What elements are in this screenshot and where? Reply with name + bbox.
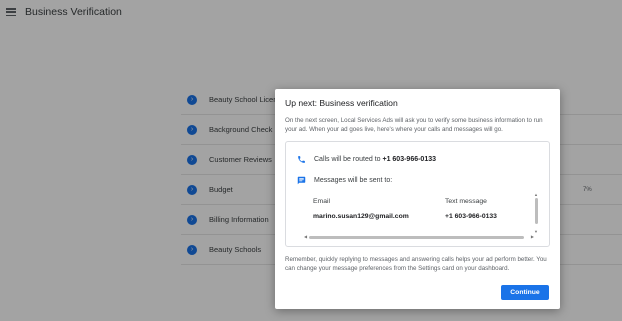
column-header-text-message: Text message: [445, 198, 487, 205]
contact-info-box: Calls will be routed to +1 603-966-0133 …: [285, 141, 550, 247]
horizontal-scrollbar[interactable]: ◀ ▶: [304, 234, 534, 240]
dialog-note: Remember, quickly replying to messages a…: [285, 256, 547, 272]
messages-row: Messages will be sent to:: [296, 175, 392, 185]
messages-label: Messages will be sent to:: [314, 176, 393, 184]
continue-button[interactable]: Continue: [501, 285, 549, 300]
column-header-email: Email: [313, 198, 330, 205]
dialog-description: On the next screen, Local Services Ads w…: [285, 117, 543, 133]
contact-table: Email Text message marino.susan129@gmail…: [313, 192, 527, 232]
phone-icon: [296, 154, 306, 164]
calls-prefix: Calls will be routed to: [314, 155, 383, 163]
message-icon: [296, 175, 306, 185]
scroll-down-icon[interactable]: ▼: [534, 229, 538, 234]
dialog-title: Up next: Business verification: [285, 98, 398, 108]
calls-text: Calls will be routed to +1 603-966-0133: [314, 156, 436, 163]
scroll-up-icon[interactable]: ▲: [534, 192, 538, 197]
calls-row: Calls will be routed to +1 603-966-0133: [296, 154, 436, 164]
vertical-scrollbar[interactable]: ▲ ▼: [534, 192, 539, 234]
scroll-right-icon[interactable]: ▶: [531, 234, 534, 239]
scrollbar-thumb[interactable]: [535, 198, 538, 224]
next-step-dialog: Up next: Business verification On the ne…: [275, 89, 560, 309]
text-message-value: +1 603-966-0133: [445, 213, 497, 220]
scroll-left-icon[interactable]: ◀: [304, 234, 307, 239]
calls-number: +1 603-966-0133: [382, 155, 437, 163]
scrollbar-thumb[interactable]: [309, 236, 524, 239]
email-value: marino.susan129@gmail.com: [313, 213, 409, 220]
